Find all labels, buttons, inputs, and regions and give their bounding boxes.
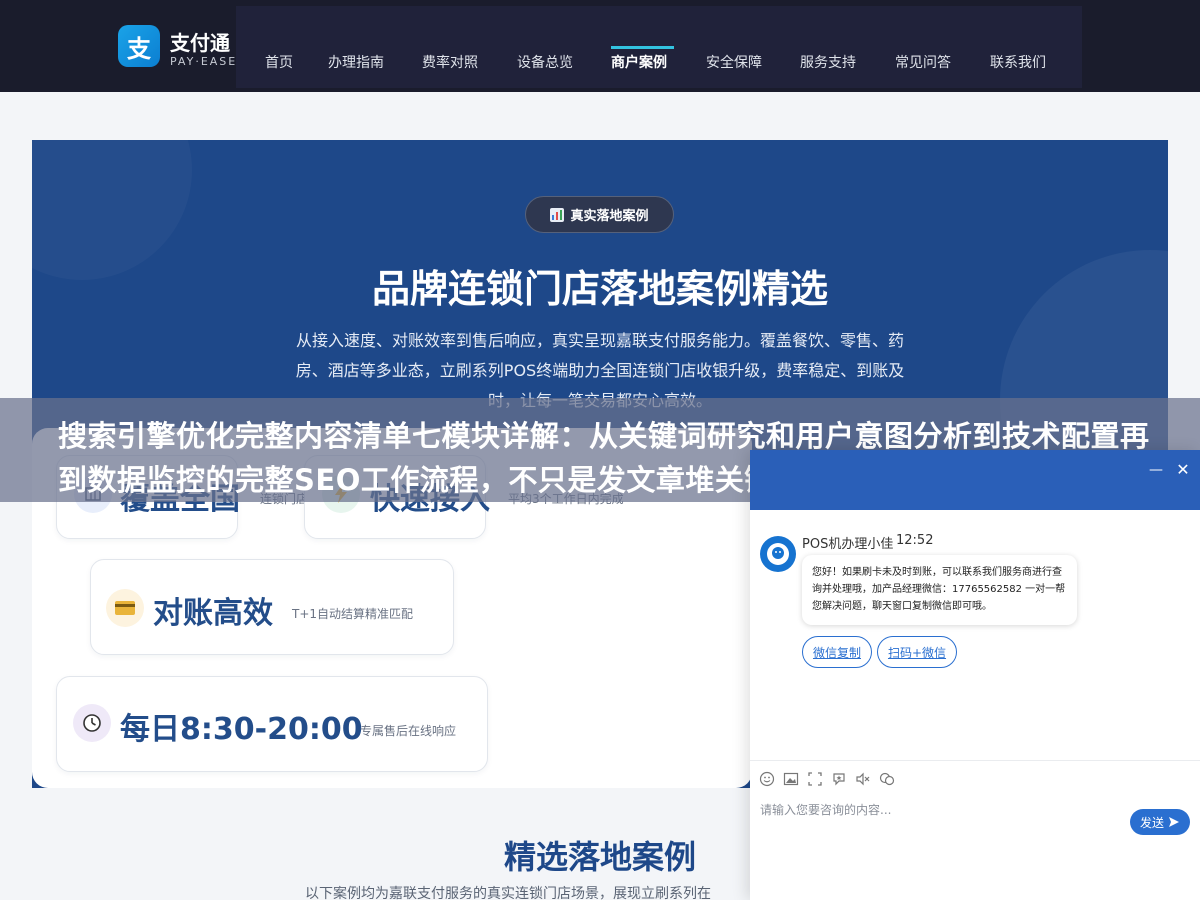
evaluate-icon[interactable] xyxy=(831,771,847,787)
nav-item-security[interactable]: 安全保障 xyxy=(706,52,762,72)
chat-header[interactable] xyxy=(750,450,1200,510)
send-button[interactable]: 发送 xyxy=(1130,809,1190,835)
copy-wechat-button[interactable]: 微信复制 xyxy=(802,636,872,668)
screenshot-icon[interactable] xyxy=(807,771,823,787)
agent-message: 您好！如果刷卡未及时到账，可以联系我们服务商进行查询并处理哦，加产品经理微信：1… xyxy=(802,555,1077,625)
send-icon xyxy=(1169,817,1179,827)
section-title: 精选落地案例 xyxy=(503,838,696,876)
nav-active-indicator xyxy=(611,46,674,49)
image-icon[interactable] xyxy=(783,771,799,787)
nav-item-faq[interactable]: 常见问答 xyxy=(895,52,951,72)
stat-value-hours: 每日8:30-20:00 xyxy=(120,712,363,747)
chat-widget xyxy=(750,450,1200,900)
emoji-icon[interactable] xyxy=(759,771,775,787)
message-time: 12:52 xyxy=(896,533,934,548)
hero-title: 品牌连锁门店落地案例精选 xyxy=(371,267,828,311)
minimize-icon[interactable]: — xyxy=(1148,462,1164,478)
chat-divider xyxy=(750,760,1200,761)
card-icon xyxy=(106,589,144,627)
logo-icon[interactable]: 支 xyxy=(118,25,160,67)
brand-name[interactable]: 支付通 xyxy=(170,27,230,56)
hero-badge: 真实落地案例 xyxy=(525,196,674,233)
nav-item-devices[interactable]: 设备总览 xyxy=(517,52,573,72)
nav-item-home[interactable]: 首页 xyxy=(265,52,293,72)
stat-note-hours: 专属售后在线响应 xyxy=(360,724,457,738)
clock-icon xyxy=(73,704,111,742)
nav-item-support[interactable]: 服务支持 xyxy=(800,52,856,72)
nav-item-rates[interactable]: 费率对照 xyxy=(422,52,478,72)
bar-chart-icon xyxy=(550,207,565,222)
voice-icon[interactable] xyxy=(855,771,871,787)
agent-name: POS机办理小佳 xyxy=(802,537,894,552)
scan-wechat-button[interactable]: 扫码+微信 xyxy=(877,636,957,668)
stat-note-reconcile: T+1自动结算精准匹配 xyxy=(292,607,414,621)
nav-item-contact[interactable]: 联系我们 xyxy=(990,52,1046,72)
send-button-label: 发送 xyxy=(1139,815,1164,830)
nav-item-guide[interactable]: 办理指南 xyxy=(328,52,384,72)
avatar xyxy=(760,536,796,572)
logo-char: 支 xyxy=(127,34,151,63)
chat-icon[interactable] xyxy=(879,771,895,787)
close-icon[interactable]: ✕ xyxy=(1174,460,1192,479)
message-input[interactable] xyxy=(760,800,1120,820)
section-subtitle: 以下案例均为嘉联支付服务的真实连锁门店场景，展现立刷系列在 xyxy=(305,886,711,900)
stat-value-reconcile: 对账高效 xyxy=(153,596,273,631)
hero-badge-label: 真实落地案例 xyxy=(570,209,649,224)
brand-subtitle: PAY·EASE xyxy=(170,55,238,68)
nav-item-cases[interactable]: 商户案例 xyxy=(611,52,667,72)
